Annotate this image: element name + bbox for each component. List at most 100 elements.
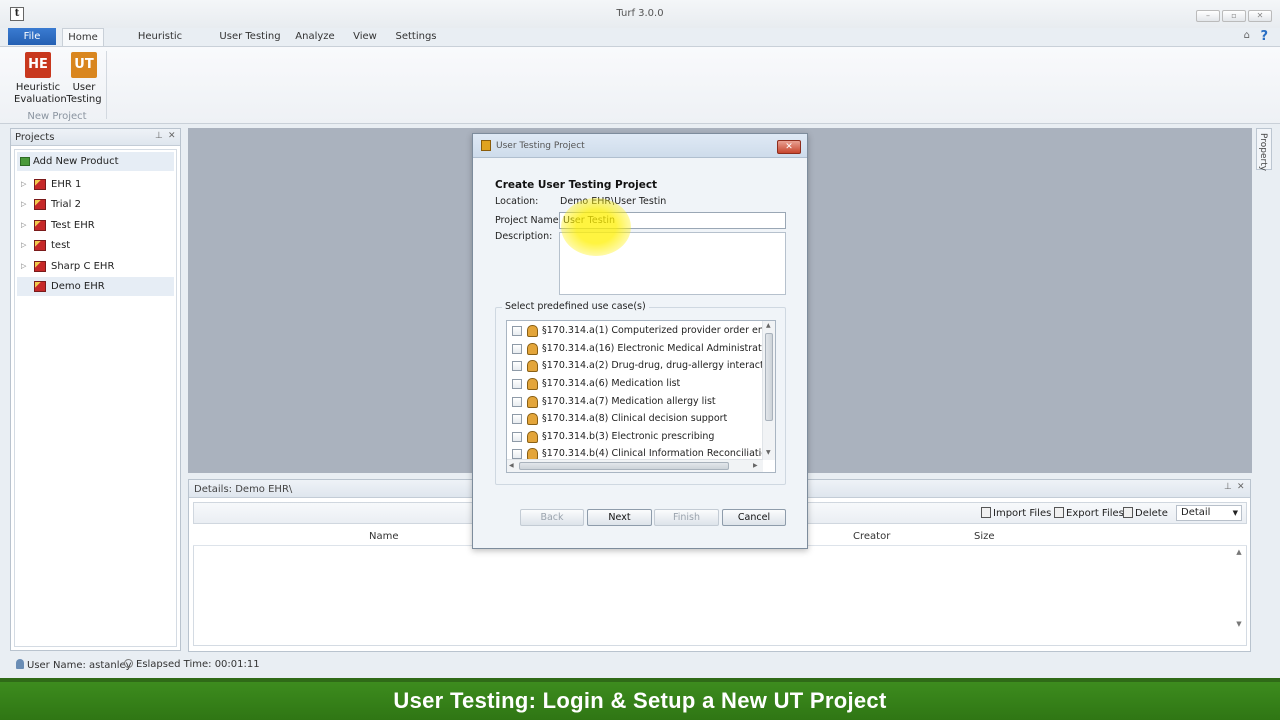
use-case-label: §170.314.b(3) Electronic prescribing: [542, 431, 715, 442]
tree-item-trial-2[interactable]: ▷ Trial 2: [17, 195, 174, 214]
use-case-checkbox[interactable]: [512, 361, 522, 371]
use-case-item[interactable]: §170.314.a(1) Computerized provider orde…: [507, 322, 763, 340]
use-case-item[interactable]: §170.314.a(7) Medication allergy list: [507, 393, 763, 411]
tree-item-label: test: [51, 240, 71, 251]
expand-icon[interactable]: ▷: [21, 195, 26, 214]
column-name[interactable]: Name: [369, 531, 399, 542]
details-scrollbar[interactable]: ▲ ▼: [1233, 548, 1245, 642]
use-case-legend: Select predefined use case(s): [502, 301, 649, 312]
tab-heuristic-evaluation[interactable]: Heuristic Evaluation: [112, 28, 208, 60]
user-icon: [527, 431, 538, 443]
use-case-checkbox[interactable]: [512, 379, 522, 389]
dialog-close-button[interactable]: ✕: [777, 140, 801, 154]
property-panel-tab[interactable]: Property: [1256, 128, 1272, 172]
expand-icon[interactable]: ▷: [21, 216, 26, 235]
status-user: User Name: astanley: [16, 659, 132, 671]
expand-icon[interactable]: ▷: [21, 175, 26, 194]
use-case-item[interactable]: §170.314.a(2) Drug-drug, drug-allergy in…: [507, 357, 763, 375]
use-case-item[interactable]: §170.314.a(6) Medication list: [507, 375, 763, 393]
user-icon: [527, 378, 538, 390]
export-files-button[interactable]: Export Files: [1054, 507, 1124, 519]
use-case-label: §170.314.a(6) Medication list: [542, 378, 681, 389]
back-button[interactable]: Back: [520, 509, 584, 526]
close-icon[interactable]: ✕: [168, 131, 176, 141]
tree-item-ehr-1[interactable]: ▷ EHR 1: [17, 175, 174, 194]
heuristic-evaluation-button[interactable]: HE Heuristic Evaluation: [14, 52, 67, 106]
use-case-label: §170.314.a(16) Electronic Medical Admini…: [542, 343, 763, 354]
scrollbar-thumb[interactable]: [765, 333, 773, 421]
use-case-checkbox[interactable]: [512, 432, 522, 442]
expand-icon[interactable]: ▷: [21, 236, 26, 255]
tree-item-demo-ehr[interactable]: Demo EHR: [17, 277, 174, 296]
heuristic-evaluation-label-1: Heuristic: [15, 82, 61, 93]
close-icon[interactable]: ✕: [1237, 482, 1245, 492]
use-case-item[interactable]: §170.314.a(8) Clinical decision support: [507, 410, 763, 428]
projects-panel-title: Projects: [15, 132, 55, 143]
export-files-label: Export Files: [1066, 508, 1124, 519]
use-case-checkbox[interactable]: [512, 449, 522, 459]
cancel-button[interactable]: Cancel: [722, 509, 786, 526]
scroll-left-icon[interactable]: ◀: [509, 462, 514, 469]
use-case-checkbox[interactable]: [512, 397, 522, 407]
import-files-button[interactable]: Import Files: [981, 507, 1051, 519]
scroll-down-icon[interactable]: ▼: [766, 449, 771, 456]
use-case-item[interactable]: §170.314.a(16) Electronic Medical Admini…: [507, 340, 763, 358]
use-case-checkbox[interactable]: [512, 414, 522, 424]
tab-user-testing[interactable]: User Testing: [218, 28, 282, 47]
product-cube-icon: [34, 281, 46, 292]
tab-view[interactable]: View: [348, 28, 382, 47]
view-mode-value: Detail: [1181, 507, 1211, 518]
finish-button[interactable]: Finish: [654, 509, 719, 526]
use-case-label: §170.314.a(8) Clinical decision support: [542, 413, 728, 424]
use-case-checkbox[interactable]: [512, 344, 522, 354]
projects-tree: Add New Product ▷ EHR 1 ▷ Trial 2 ▷ Test…: [14, 149, 177, 647]
product-cube-icon: [34, 179, 46, 190]
pin-icon[interactable]: ⊥: [1224, 482, 1232, 492]
details-file-list[interactable]: ▲ ▼: [193, 546, 1247, 646]
maximize-icon[interactable]: ▫: [1222, 10, 1246, 22]
use-case-groupbox: Select predefined use case(s) §170.314.a…: [495, 301, 786, 485]
project-name-label: Project Name:*: [495, 215, 567, 226]
tree-item-test[interactable]: ▷ test: [17, 236, 174, 255]
use-case-vertical-scrollbar[interactable]: ▲ ▼: [762, 321, 775, 460]
project-name-input[interactable]: User Testin: [559, 212, 786, 229]
help-icon[interactable]: ?: [1260, 29, 1268, 44]
file-menu-button[interactable]: File: [8, 28, 56, 45]
use-case-list: §170.314.a(1) Computerized provider orde…: [506, 320, 776, 473]
clock-icon: [124, 659, 133, 668]
user-testing-icon: UT: [71, 52, 97, 78]
add-new-product-button[interactable]: Add New Product: [17, 152, 174, 171]
use-case-item[interactable]: §170.314.b(3) Electronic prescribing: [507, 428, 763, 446]
ribbon-collapse-icon[interactable]: ⌂: [1244, 30, 1250, 41]
description-label: Description:: [495, 231, 553, 242]
tree-item-test-ehr[interactable]: ▷ Test EHR: [17, 216, 174, 235]
view-mode-select[interactable]: Detail ▼: [1176, 505, 1242, 521]
minimize-icon[interactable]: –: [1196, 10, 1220, 22]
column-creator[interactable]: Creator: [853, 531, 890, 542]
user-testing-button[interactable]: UT User Testing: [64, 52, 104, 106]
product-cube-icon: [34, 220, 46, 231]
tree-item-label: Test EHR: [51, 220, 95, 231]
pin-icon[interactable]: ⊥: [155, 131, 163, 141]
use-case-checkbox[interactable]: [512, 326, 522, 336]
scroll-right-icon[interactable]: ▶: [753, 462, 758, 469]
scrollbar-thumb[interactable]: [519, 462, 729, 470]
next-button[interactable]: Next: [587, 509, 652, 526]
tree-item-label: Demo EHR: [51, 281, 105, 292]
use-case-horizontal-scrollbar[interactable]: ◀ ▶: [507, 459, 763, 472]
scroll-up-icon[interactable]: ▲: [766, 322, 771, 329]
tab-settings[interactable]: Settings: [392, 28, 440, 47]
tree-item-label: Sharp C EHR: [51, 261, 115, 272]
user-testing-project-dialog: User Testing Project ✕ Create User Testi…: [472, 133, 808, 549]
description-textarea[interactable]: [559, 232, 786, 295]
column-size[interactable]: Size: [974, 531, 995, 542]
title-bar: t Turf 3.0.0 – ▫ ✕: [0, 0, 1280, 28]
tab-analyze[interactable]: Analyze: [292, 28, 338, 47]
tree-item-sharp-c-ehr[interactable]: ▷ Sharp C EHR: [17, 257, 174, 276]
property-tab-label: Property: [1258, 133, 1268, 172]
tab-home[interactable]: Home: [62, 28, 104, 47]
expand-icon[interactable]: ▷: [21, 257, 26, 276]
delete-button[interactable]: Delete: [1123, 507, 1168, 519]
user-icon: [527, 413, 538, 425]
close-icon[interactable]: ✕: [1248, 10, 1272, 22]
